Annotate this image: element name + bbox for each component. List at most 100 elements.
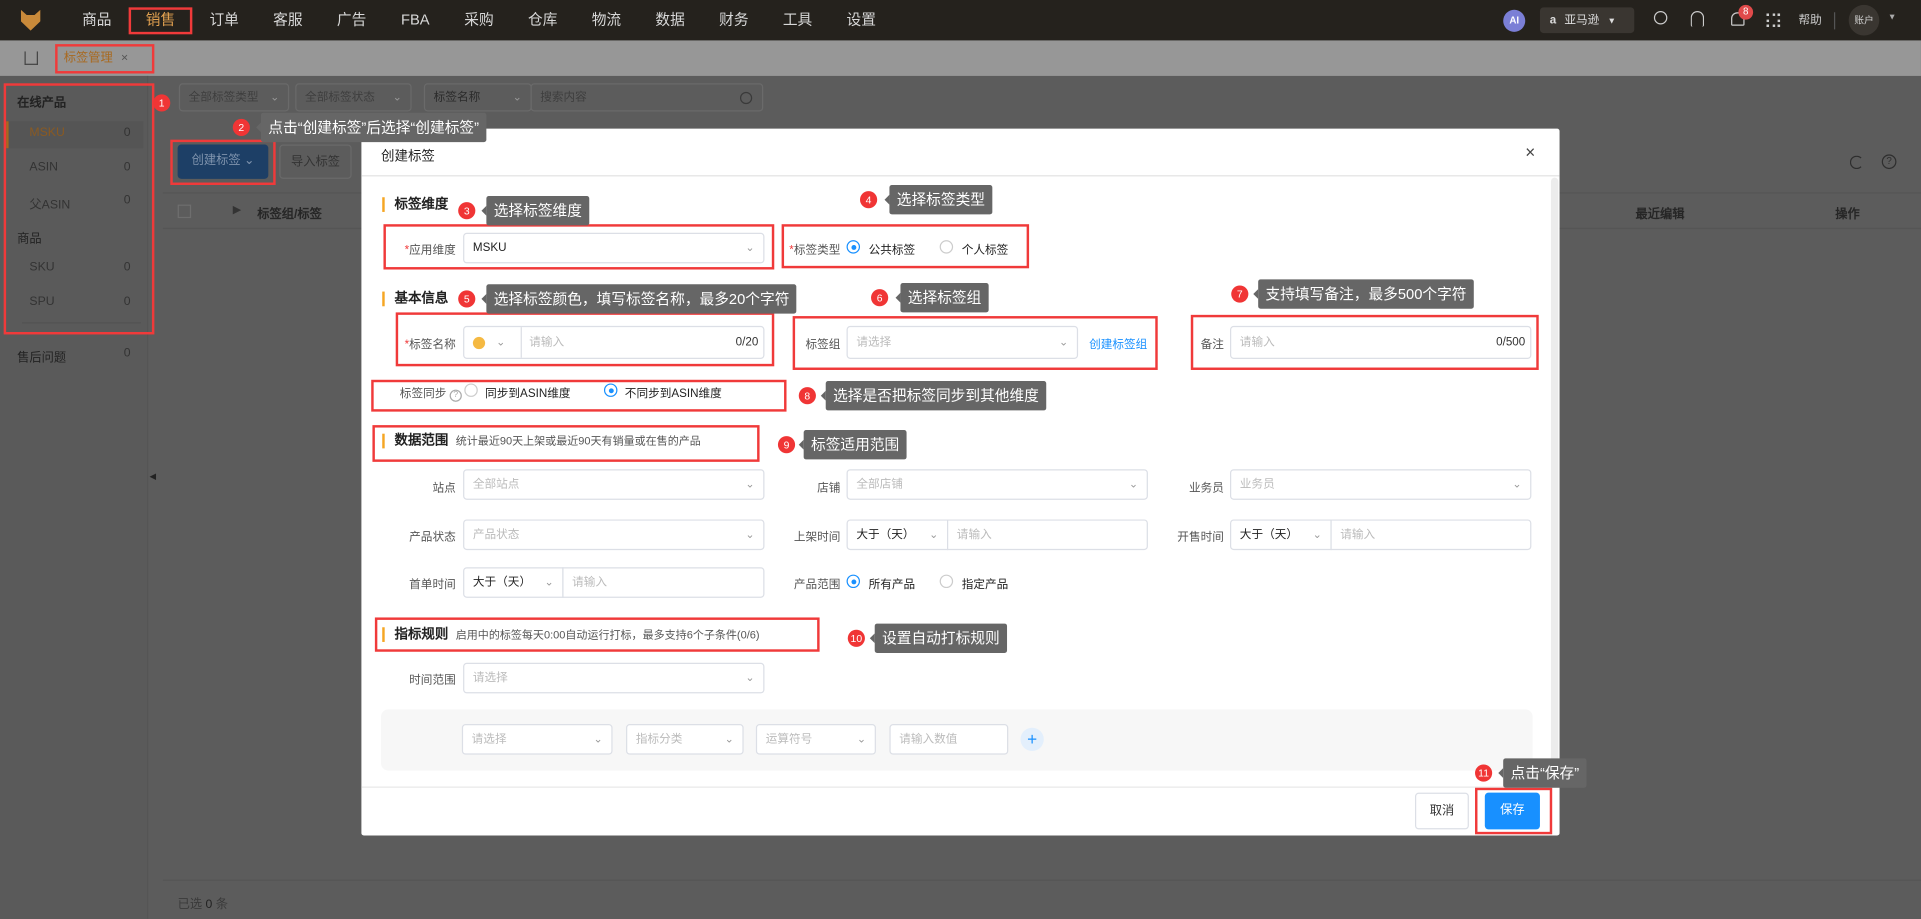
close-icon[interactable]: × <box>1525 142 1535 162</box>
step-marker: 8 <box>798 387 816 405</box>
highlight-box <box>1190 314 1539 370</box>
tab-bar: 标签管理 × <box>0 40 1921 76</box>
highlight-box <box>383 224 775 270</box>
search-input[interactable]: 搜索内容 <box>530 83 764 112</box>
cancel-button[interactable]: 取消 <box>1414 792 1469 830</box>
condition-select[interactable]: 请选择 ⌄ <box>461 724 613 755</box>
step-marker: 11 <box>1475 764 1493 782</box>
chevron-down-icon: ⌄ <box>745 528 755 541</box>
nav-item[interactable]: 设置 <box>834 0 888 40</box>
column-header: 操作 <box>1835 208 1860 222</box>
selected-count: 0 <box>205 897 213 912</box>
chevron-down-icon: ⌄ <box>1128 477 1139 491</box>
nav-item[interactable]: FBA <box>388 0 442 40</box>
logo-icon[interactable] <box>20 9 41 31</box>
radio-label: 指定产品 <box>961 578 1009 592</box>
sidebar-item-after-sales[interactable]: 售后问题 <box>17 347 66 365</box>
select-all-checkbox[interactable] <box>177 204 192 219</box>
section-dimension: 标签维度 <box>382 197 448 212</box>
sale-time-input[interactable]: 请输入 <box>1330 519 1532 551</box>
collapse-sidebar-handle[interactable]: ◀ <box>149 469 158 486</box>
step-marker: 7 <box>1231 285 1249 303</box>
apps-grid-icon[interactable] <box>1766 13 1781 27</box>
radio-all-products[interactable] <box>846 574 861 589</box>
chevron-down-icon: ⌄ <box>593 732 603 745</box>
nav-item[interactable]: 商品 <box>70 0 124 40</box>
tag-type-filter[interactable]: 全部标签类型 ⌄ <box>178 83 290 112</box>
radio-specific-products[interactable] <box>939 574 954 589</box>
time-range-select[interactable]: 请选择 ⌄ <box>463 662 765 694</box>
operator-select[interactable]: 运算符号 ⌄ <box>755 724 876 755</box>
divider <box>1833 12 1836 30</box>
chevron-down-icon: ⌄ <box>392 90 402 103</box>
footer-text: 条 <box>215 897 229 912</box>
first-order-input[interactable]: 请输入 <box>562 567 765 598</box>
first-order-compare-select[interactable]: 大于（天） ⌄ <box>463 567 564 598</box>
chevron-down-icon: ⌄ <box>745 671 755 684</box>
select-value: 大于（天） <box>472 575 532 590</box>
value-input[interactable]: 请输入数值 <box>889 724 1009 755</box>
nav-item[interactable]: 财务 <box>707 0 761 40</box>
staff-select[interactable]: 业务员 ⌄ <box>1230 469 1532 500</box>
divider <box>361 786 1560 788</box>
annotation-tooltip: 点击“保存” <box>1498 758 1587 788</box>
indicator-category-select[interactable]: 指标分类 ⌄ <box>626 724 744 755</box>
sale-time-label: 开售时间 <box>1177 530 1224 544</box>
headset-icon[interactable] <box>1690 11 1705 27</box>
highlight-box <box>371 379 787 412</box>
ai-assistant-button[interactable]: AI <box>1503 9 1526 32</box>
annotation-tooltip: 选择标签维度 <box>481 196 590 226</box>
step-marker: 6 <box>871 289 889 307</box>
highlight-box <box>374 617 820 652</box>
footer-text: 已选 <box>177 897 203 912</box>
step-marker: 10 <box>847 629 865 647</box>
search-icon[interactable] <box>1653 11 1668 25</box>
nav-item[interactable]: 订单 <box>197 0 251 40</box>
listed-time-label: 上架时间 <box>793 530 841 544</box>
chevron-down-icon: ⌄ <box>745 477 755 491</box>
highlight-box <box>781 224 1030 269</box>
nav-item[interactable]: 数据 <box>643 0 697 40</box>
select-placeholder: 请选择 <box>472 671 508 685</box>
nav-item[interactable]: 工具 <box>771 0 825 40</box>
product-status-select[interactable]: 产品状态 ⌄ <box>463 519 765 551</box>
listed-time-input[interactable]: 请输入 <box>947 519 1148 551</box>
select-value: 大于（天） <box>1239 528 1299 542</box>
highlight-box <box>395 312 775 367</box>
annotation-tooltip: 支持填写备注，最多500个字符 <box>1253 279 1474 309</box>
nav-item[interactable]: 广告 <box>325 0 379 40</box>
annotation-tooltip: 选择标签颜色，填写标签名称，最多20个字符 <box>481 284 797 314</box>
annotation-tooltip: 选择是否把标签同步到其他维度 <box>820 381 1047 411</box>
platform-selector[interactable]: a 亚马逊 ▼ <box>1539 7 1635 34</box>
help-link[interactable]: 帮助 <box>1798 0 1821 40</box>
shop-select[interactable]: 全部店铺 ⌄ <box>846 469 1148 500</box>
nav-item[interactable]: 仓库 <box>516 0 570 40</box>
site-select[interactable]: 全部站点 ⌄ <box>463 469 765 500</box>
tag-status-filter[interactable]: 全部标签状态 ⌄ <box>295 83 412 112</box>
help-icon[interactable]: ? <box>1881 154 1897 170</box>
add-condition-button[interactable]: + <box>1020 727 1044 751</box>
caret-down-icon[interactable]: ▼ <box>1888 13 1896 22</box>
scrollbar[interactable] <box>1550 177 1559 785</box>
selection-footer: 已选 0 条 <box>178 893 228 911</box>
search-placeholder: 搜索内容 <box>540 90 587 105</box>
search-field-select[interactable]: 标签名称 ⌄ <box>423 83 532 112</box>
listed-time-compare-select[interactable]: 大于（天） ⌄ <box>846 519 949 551</box>
nav-item[interactable]: 采购 <box>452 0 506 40</box>
nav-item[interactable]: 物流 <box>579 0 633 40</box>
select-placeholder: 指标分类 <box>635 732 683 747</box>
column-header: 标签组/标签 <box>257 208 322 222</box>
search-icon[interactable] <box>739 91 753 105</box>
select-placeholder: 业务员 <box>1239 477 1275 492</box>
expand-icon[interactable]: ▶ <box>233 203 241 216</box>
highlight-box <box>55 44 155 74</box>
home-icon[interactable] <box>24 51 38 65</box>
account-avatar[interactable]: 账户 <box>1848 4 1880 36</box>
divider <box>162 879 1921 881</box>
chevron-down-icon: ⌄ <box>1312 528 1322 541</box>
import-tag-button[interactable]: 导入标签 <box>279 144 352 179</box>
sale-time-compare-select[interactable]: 大于（天） ⌄ <box>1230 519 1332 551</box>
dialog-title: 创建标签 <box>381 149 435 165</box>
refresh-icon[interactable] <box>1849 155 1864 170</box>
nav-item[interactable]: 客服 <box>261 0 315 40</box>
